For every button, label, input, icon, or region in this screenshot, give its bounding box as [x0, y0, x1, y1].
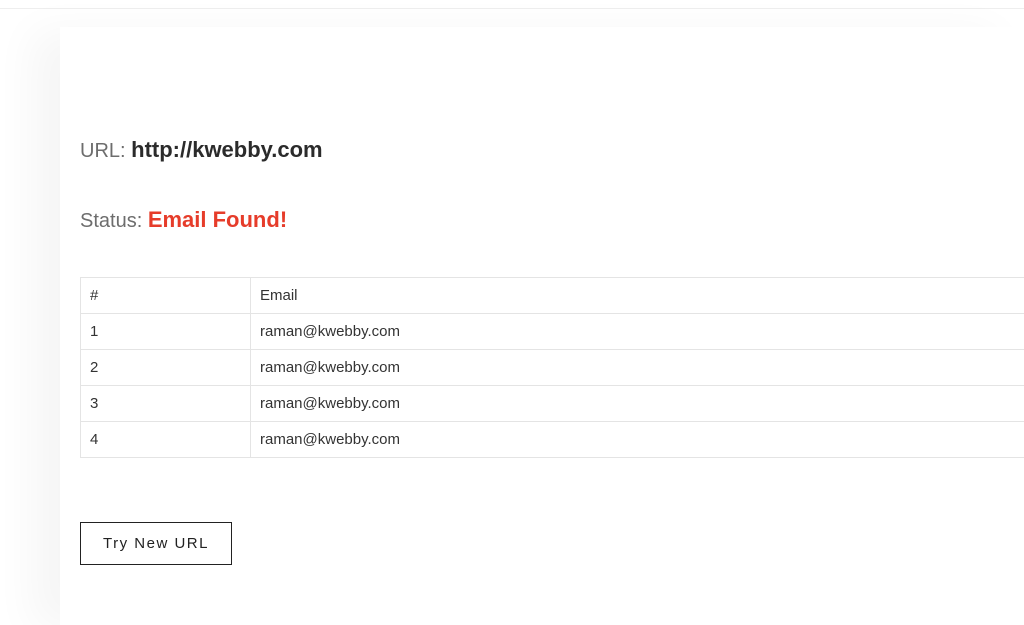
cell-number: 3	[81, 386, 251, 422]
cell-email: raman@kwebby.com	[251, 422, 1024, 458]
status-value: Email Found!	[148, 207, 287, 232]
column-header-number: #	[81, 278, 251, 314]
status-row: Status: Email Found!	[80, 207, 1024, 233]
table-row: 3 raman@kwebby.com	[81, 386, 1024, 422]
table-header-row: # Email	[81, 278, 1024, 314]
results-card: URL: http://kwebby.com Status: Email Fou…	[60, 27, 1024, 625]
table-row: 1 raman@kwebby.com	[81, 314, 1024, 350]
try-new-url-button[interactable]: Try New URL	[80, 522, 232, 565]
cell-number: 2	[81, 350, 251, 386]
cell-email: raman@kwebby.com	[251, 350, 1024, 386]
cell-email: raman@kwebby.com	[251, 386, 1024, 422]
column-header-email: Email	[251, 278, 1024, 314]
cell-number: 4	[81, 422, 251, 458]
cell-email: raman@kwebby.com	[251, 314, 1024, 350]
url-row: URL: http://kwebby.com	[80, 137, 1024, 163]
status-label: Status:	[80, 210, 148, 232]
table-row: 4 raman@kwebby.com	[81, 422, 1024, 458]
email-results-table: # Email 1 raman@kwebby.com 2 raman@kwebb…	[80, 277, 1024, 458]
table-row: 2 raman@kwebby.com	[81, 350, 1024, 386]
url-value: http://kwebby.com	[131, 137, 323, 162]
cell-number: 1	[81, 314, 251, 350]
url-label: URL:	[80, 140, 131, 162]
